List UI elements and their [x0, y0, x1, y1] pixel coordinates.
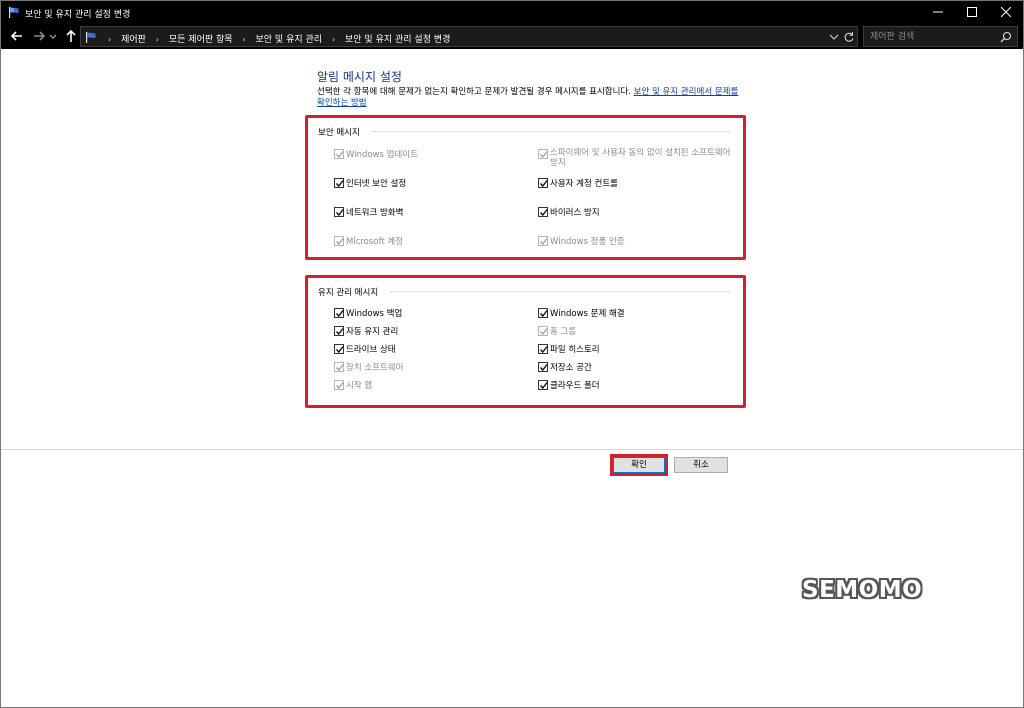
back-arrow-icon[interactable]	[9, 28, 25, 44]
checkmark-icon	[540, 151, 548, 159]
checkbox-box[interactable]	[538, 178, 548, 188]
security-flag-icon	[9, 7, 19, 18]
checkmark-icon	[540, 238, 548, 246]
chevron-right-icon[interactable]: ›	[242, 35, 245, 44]
checkbox-box[interactable]	[334, 207, 344, 217]
checkmark-icon	[539, 310, 548, 318]
address-bar[interactable]: › 제어판 › 모든 제어판 항목 › 보안 및 유지 관리 › 보안 및 유지…	[80, 26, 858, 47]
security-group-title: 보안 메시지	[318, 128, 360, 138]
settings-window: 보안 및 유지 관리 설정 변경 › 제어판 › 모든 제어판 항목 › 보안 …	[0, 0, 1024, 708]
page-title: 알림 메시지 설정	[317, 70, 402, 84]
navigation-bar: › 제어판 › 모든 제어판 항목 › 보안 및 유지 관리 › 보안 및 유지…	[1, 24, 1023, 49]
checkmark-icon	[335, 328, 344, 336]
checkbox-box[interactable]	[334, 149, 344, 159]
maximize-icon	[967, 7, 977, 17]
checkmark-icon	[539, 382, 548, 390]
group-divider	[390, 291, 731, 292]
breadcrumb-item-all-items[interactable]: 모든 제어판 항목	[169, 35, 233, 45]
chevron-right-icon[interactable]: ›	[156, 35, 159, 44]
search-icon[interactable]	[1000, 31, 1012, 43]
maintenance-group-title: 유지 관리 메시지	[318, 288, 379, 298]
watermark: SEMOMO	[802, 577, 923, 603]
checkmark-icon	[336, 364, 344, 372]
checkmark-icon	[539, 209, 548, 217]
checkmark-icon	[336, 151, 344, 159]
checkbox-box[interactable]	[334, 380, 344, 390]
up-arrow-icon[interactable]	[63, 28, 79, 44]
search-box[interactable]	[863, 26, 1018, 47]
breadcrumb-item-current[interactable]: 보안 및 유지 관리 설정 변경	[345, 35, 450, 45]
checkbox-box[interactable]	[538, 362, 548, 372]
address-dropdown-icon[interactable]	[829, 31, 839, 43]
checkbox-box[interactable]	[334, 362, 344, 372]
checkbox-box[interactable]	[334, 344, 344, 354]
checkbox-box[interactable]	[538, 236, 548, 246]
checkmark-icon	[335, 209, 344, 217]
maximize-button[interactable]	[955, 1, 989, 24]
checkmark-icon	[539, 364, 548, 372]
search-input[interactable]	[870, 30, 990, 44]
checkmark-icon	[540, 328, 548, 336]
checkbox-box[interactable]	[334, 178, 344, 188]
forward-arrow-icon[interactable]	[31, 28, 47, 44]
checkmark-icon	[336, 382, 344, 390]
checkbox-box[interactable]	[334, 308, 344, 318]
minimize-button[interactable]	[921, 1, 955, 24]
checkmark-icon	[335, 310, 344, 318]
window-title: 보안 및 유지 관리 설정 변경	[25, 10, 131, 20]
footer-divider	[1, 449, 1023, 450]
refresh-icon[interactable]	[843, 30, 855, 44]
checkbox-box[interactable]	[334, 326, 344, 336]
breadcrumb-item-control-panel[interactable]: 제어판	[121, 35, 146, 45]
intro-description: 선택한 각 항목에 대해 문제가 없는지 확인하고 문제가 발견될 경우 메시지…	[317, 87, 747, 109]
checkbox-box[interactable]	[538, 308, 548, 318]
checkmark-icon	[539, 180, 548, 188]
maintenance-messages-group: 유지 관리 메시지 Windows 백업 Windows 문제 해결 자동 유지…	[305, 275, 746, 408]
ok-button[interactable]: 확인	[613, 457, 665, 473]
breadcrumb: › 제어판 › 모든 제어판 항목 › 보안 및 유지 관리 › 보안 및 유지…	[101, 32, 450, 45]
intro-text: 선택한 각 항목에 대해 문제가 없는지 확인하고 문제가 발견될 경우 메시지…	[317, 87, 634, 97]
checkbox-box[interactable]	[538, 207, 548, 217]
breadcrumb-item-security-maintenance[interactable]: 보안 및 유지 관리	[256, 35, 323, 45]
close-icon	[1000, 6, 1012, 18]
cancel-button[interactable]: 취소	[674, 457, 728, 473]
checkbox-box[interactable]	[538, 380, 548, 390]
checkmark-icon	[335, 180, 344, 188]
checkbox-box[interactable]	[538, 149, 548, 159]
checkbox-box[interactable]	[538, 326, 548, 336]
chevron-right-icon[interactable]: ›	[332, 35, 335, 44]
checkmark-icon	[336, 238, 344, 246]
checkmark-icon	[539, 346, 548, 354]
close-button[interactable]	[989, 1, 1023, 24]
group-divider	[372, 131, 731, 132]
checkbox-box[interactable]	[334, 236, 344, 246]
checkbox-box[interactable]	[538, 344, 548, 354]
chevron-right-icon: ›	[108, 35, 112, 44]
checkmark-icon	[335, 346, 344, 354]
title-bar: 보안 및 유지 관리 설정 변경	[1, 1, 1023, 24]
security-messages-group: 보안 메시지 Windows 업데이트 스파이웨어 및 사용자 동의 없이 설치…	[305, 115, 746, 260]
recent-locations-chevron-icon[interactable]	[49, 28, 57, 44]
minimize-icon	[933, 11, 943, 13]
control-panel-icon	[86, 32, 96, 43]
